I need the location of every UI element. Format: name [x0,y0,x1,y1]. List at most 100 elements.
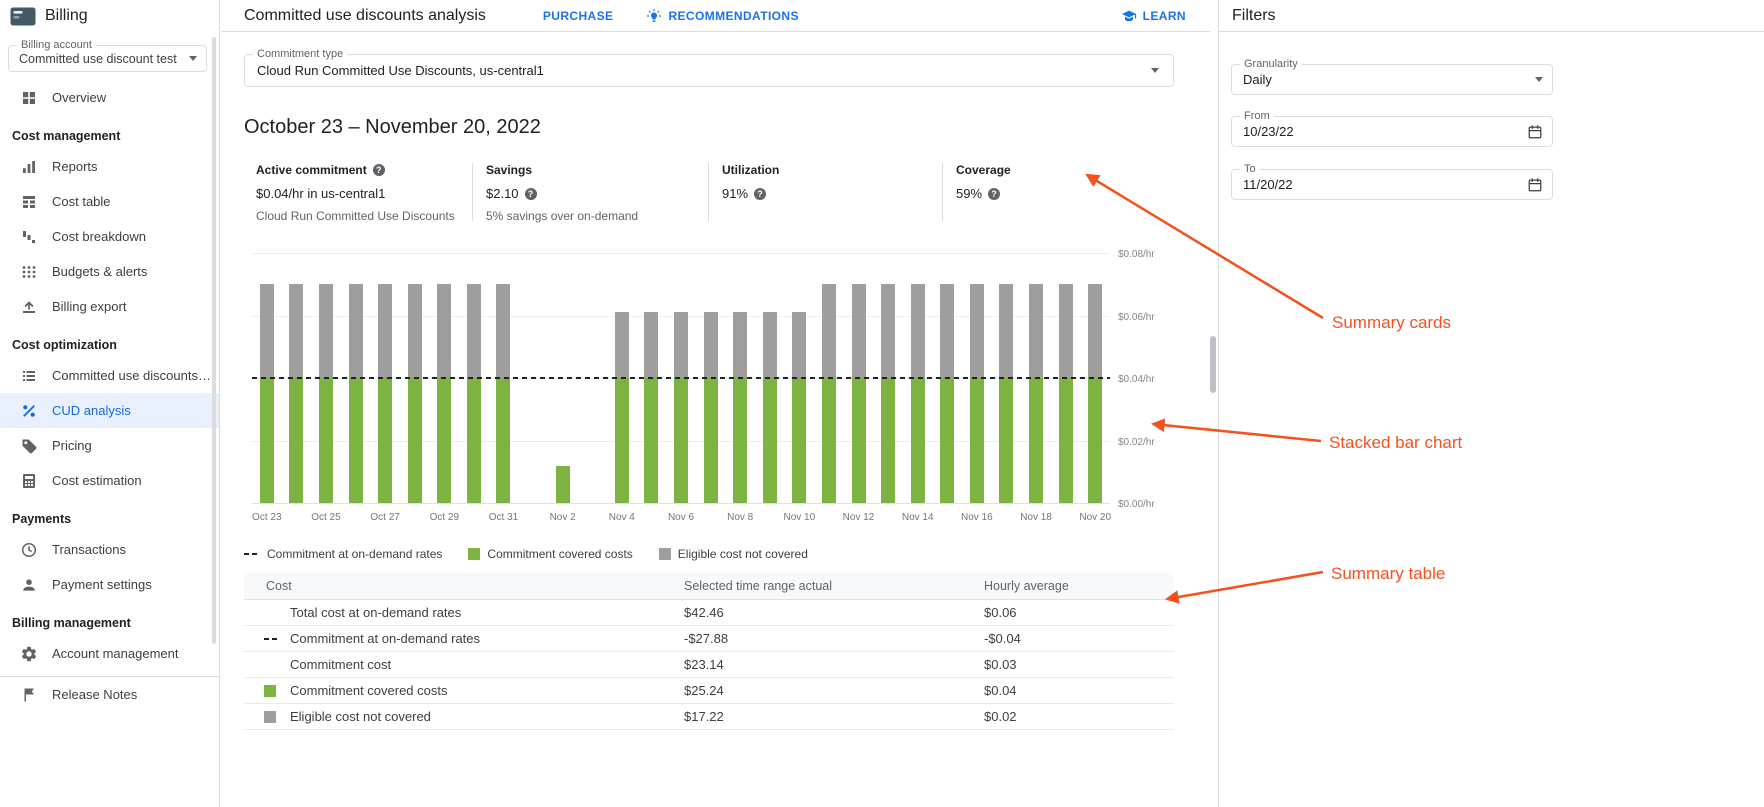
bar-nov-15 [940,284,954,503]
bar-nov-18 [1029,284,1043,503]
bar-oct-26 [349,284,363,503]
segment-covered [1029,378,1043,503]
legend-item-commitment-covered-costs[interactable]: Commitment covered costs [468,547,632,561]
sidebar-item-transactions[interactable]: Transactions [0,532,219,567]
cost-name: Total cost at on-demand rates [290,605,684,620]
sidebar-item-committed-use-discounts[interactable]: Committed use discounts… [0,358,219,393]
sidebar-item-label: Release Notes [52,687,137,702]
from-value: 10/23/22 [1243,124,1294,139]
budgets-alerts-icon [20,263,38,281]
learn-icon [1121,8,1137,24]
app-root: Billing Billing account Committed use di… [0,0,1764,807]
main-content: Commitment type Cloud Run Committed Use … [221,33,1210,807]
chevron-down-icon [1535,77,1543,82]
sidebar-item-cud-analysis[interactable]: CUD analysis [0,393,219,428]
bar-nov-10 [792,312,806,503]
summary-card-savings: Savings$2.10?5% savings over on-demand [472,163,708,221]
from-date-field[interactable]: From 10/23/22 [1231,116,1553,147]
sidebar-item-cost-estimation[interactable]: Cost estimation [0,463,219,498]
card-value: 59% [956,186,982,201]
help-icon[interactable]: ? [525,188,537,200]
purchase-button[interactable]: PURCHASE [543,9,614,23]
recommendations-button[interactable]: RECOMMENDATIONS [646,8,798,24]
recommendations-label: RECOMMENDATIONS [668,9,798,23]
bar-nov-11 [822,284,836,503]
sidebar-item-budgets-alerts[interactable]: Budgets & alerts [0,254,219,289]
segment-not-covered [260,284,274,378]
sidebar-item-payment-settings[interactable]: Payment settings [0,567,219,602]
segment-not-covered [792,312,806,378]
summary-table: Cost Selected time range actual Hourly a… [244,573,1174,730]
card-sub: Cloud Run Committed Use Discounts [256,209,472,223]
bar-oct-23 [260,284,274,503]
y-axis-label: $0.04/hr [1118,374,1155,385]
card-sub: 5% savings over on-demand [486,209,708,223]
y-axis-label: $0.06/hr [1118,312,1155,323]
segment-not-covered [1088,284,1102,378]
sidebar-scrollbar[interactable] [212,37,216,644]
segment-covered [644,378,658,503]
commitment-type-select[interactable]: Commitment type Cloud Run Committed Use … [244,54,1174,87]
segment-not-covered [467,284,481,378]
segment-covered [733,378,747,503]
legend-item-commitment-at-on-demand-rates[interactable]: Commitment at on-demand rates [244,547,442,561]
x-axis-label: Oct 27 [370,512,399,523]
x-axis-label: Nov 18 [1020,512,1052,523]
summary-card-utilization: Utilization91%? [708,163,942,221]
main-header: Committed use discounts analysis PURCHAS… [221,0,1210,32]
segment-covered [999,378,1013,503]
chevron-down-icon [1151,68,1159,73]
granularity-label: Granularity [1240,58,1302,70]
sidebar-item-label: Transactions [52,542,126,557]
sidebar-section-payments: Payments [0,498,219,532]
sidebar-item-label: Committed use discounts… [52,368,211,383]
hourly-value: $0.02 [984,709,1174,724]
bar-nov-19 [1059,284,1073,503]
segment-covered [674,378,688,503]
gridline [252,253,1110,254]
sidebar-item-label: Pricing [52,438,92,453]
cud-analysis-icon [20,402,38,420]
calendar-icon[interactable] [1527,177,1543,193]
sidebar-item-overview[interactable]: Overview [0,80,219,115]
committed-use-discounts-icon [20,367,38,385]
hourly-value: $0.03 [984,657,1174,672]
billing-account-selector[interactable]: Billing account Committed use discount t… [8,45,207,72]
segment-not-covered [615,312,629,378]
segment-covered [704,378,718,503]
learn-button[interactable]: LEARN [1121,8,1186,24]
sidebar-item-cost-table[interactable]: Cost table [0,184,219,219]
segment-not-covered [704,312,718,378]
granularity-value: Daily [1243,72,1272,87]
help-icon[interactable]: ? [373,164,385,176]
help-icon[interactable]: ? [988,188,1000,200]
segment-covered [349,378,363,503]
sidebar-item-reports[interactable]: Reports [0,149,219,184]
table-header-row: Cost Selected time range actual Hourly a… [244,573,1174,600]
segment-not-covered [289,284,303,378]
segment-not-covered [822,284,836,378]
to-date-field[interactable]: To 11/20/22 [1231,169,1553,200]
bar-oct-27 [378,284,392,503]
main-scrollbar[interactable] [1210,336,1216,393]
bar-nov-4 [615,312,629,503]
x-axis-label: Nov 14 [902,512,934,523]
sidebar-item-pricing[interactable]: Pricing [0,428,219,463]
legend-item-eligible-cost-not-covered[interactable]: Eligible cost not covered [659,547,808,561]
column-header-actual: Selected time range actual [684,579,984,593]
calendar-icon[interactable] [1527,124,1543,140]
to-label: To [1240,163,1260,175]
column-header-hourly: Hourly average [984,579,1174,593]
sidebar-item-account-management[interactable]: Account management [0,636,219,671]
sidebar-item-billing-export[interactable]: Billing export [0,289,219,324]
sidebar-item-label: Cost breakdown [52,229,146,244]
sidebar-item-cost-breakdown[interactable]: Cost breakdown [0,219,219,254]
bar-oct-28 [408,284,422,503]
gray-swatch [659,548,671,560]
filters-panel: Filters Granularity Daily From 10/23/22 … [1218,0,1764,807]
billing-export-icon [20,298,38,316]
help-icon[interactable]: ? [754,188,766,200]
sidebar-item-release-notes[interactable]: Release Notes [0,677,219,712]
granularity-select[interactable]: Granularity Daily [1231,64,1553,95]
stacked-bar-chart: $0.00/hr$0.02/hr$0.04/hr$0.06/hr$0.08/hr… [244,254,1174,526]
